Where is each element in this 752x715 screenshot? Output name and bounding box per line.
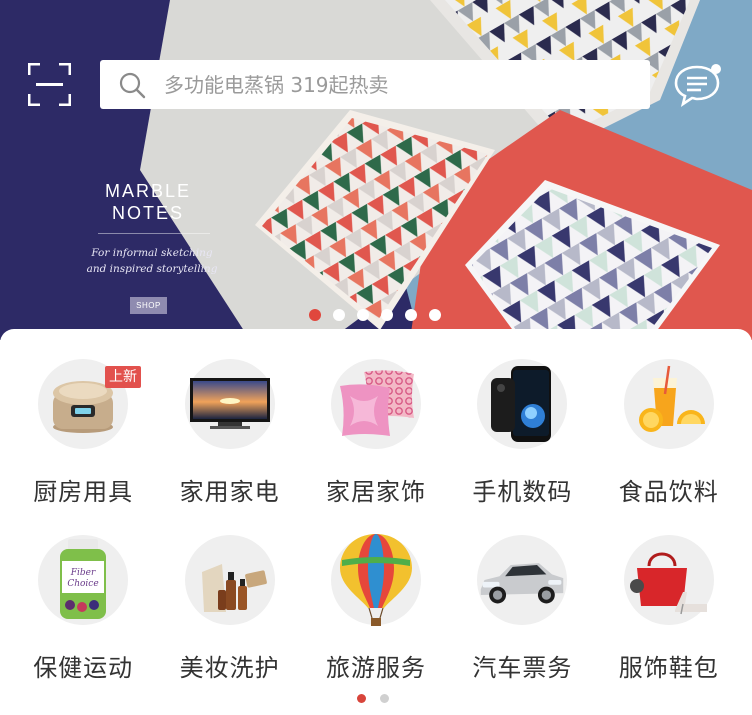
banner-dot[interactable]: [381, 309, 393, 321]
banner-dot[interactable]: [357, 309, 369, 321]
category-label: 旅游服务: [325, 654, 426, 682]
category-label: 保健运动: [33, 654, 134, 682]
category-icon-circle: [477, 535, 568, 625]
hot-air-balloon-icon: [339, 534, 412, 626]
banner-dot[interactable]: [333, 309, 345, 321]
category-label: 食品饮料: [618, 478, 719, 506]
juice-icon: [638, 365, 705, 432]
shop-button[interactable]: SHOP: [130, 297, 167, 314]
unread-dot: [711, 64, 721, 74]
category-grid: 上新 厨房用具 家用家电 家居家饰 手机数码 食品饮料 Fiber Choice…: [10, 359, 742, 711]
scan-icon[interactable]: [28, 63, 71, 106]
banner-title: MARBLE NOTES: [104, 181, 192, 223]
search-input[interactable]: [164, 72, 604, 97]
category-label: 汽车票务: [472, 654, 573, 682]
category-label: 服饰鞋包: [618, 654, 719, 682]
pillow-icon: [339, 370, 414, 436]
category-icon-circle: [330, 359, 421, 449]
banner-dot[interactable]: [405, 309, 417, 321]
banner-pagination: [309, 309, 441, 321]
category-pagination: [357, 694, 389, 703]
category-panel: 上新 厨房用具 家用家电 家居家饰 手机数码 食品饮料 Fiber Choice…: [0, 329, 752, 715]
category-icon-circle: [184, 535, 275, 625]
category-icon-circle: [477, 359, 568, 449]
category-food-drink[interactable]: 食品饮料: [596, 359, 742, 535]
category-label: 手机数码: [472, 478, 573, 506]
svg-text:Fiber: Fiber: [70, 568, 96, 578]
category-row: Fiber Choice 保健运动 美妆洗护 旅游服务 汽车票务 服饰鞋包: [10, 534, 742, 711]
smartphone-icon: [491, 366, 552, 442]
category-icon-circle: [184, 359, 275, 449]
category-digital[interactable]: 手机数码: [449, 359, 595, 535]
category-home-decor[interactable]: 家居家饰: [303, 359, 449, 535]
supplement-bottle-icon: Fiber Choice: [60, 539, 107, 619]
banner-subtitle: For informal sketching and inspired stor…: [86, 247, 218, 275]
message-icon[interactable]: [673, 62, 723, 108]
category-icon-circle: [623, 359, 714, 449]
handbag-icon: [629, 552, 707, 615]
category-auto-tickets[interactable]: 汽车票务: [449, 535, 595, 711]
category-icon-circle: Fiber Choice: [38, 535, 129, 625]
banner-dot[interactable]: [309, 309, 321, 321]
banner-dot[interactable]: [429, 309, 441, 321]
category-health-sports[interactable]: Fiber Choice 保健运动: [10, 535, 156, 711]
category-row: 上新 厨房用具 家用家电 家居家饰 手机数码 食品饮料: [10, 359, 742, 535]
cosmetics-icon: [201, 564, 267, 612]
svg-text:Choice: Choice: [68, 579, 99, 589]
banner-divider: [98, 233, 210, 234]
category-appliances[interactable]: 家用家电: [156, 359, 302, 535]
category-beauty[interactable]: 美妆洗护: [156, 535, 302, 711]
category-label: 家用家电: [179, 478, 280, 506]
category-icon-circle: [330, 534, 421, 626]
category-icon-circle: [623, 535, 714, 625]
category-fashion[interactable]: 服饰鞋包: [596, 535, 742, 711]
page-dot[interactable]: [380, 694, 389, 703]
category-kitchenware[interactable]: 上新 厨房用具: [10, 359, 156, 535]
search-icon: [119, 72, 146, 98]
category-label: 厨房用具: [33, 478, 134, 506]
new-badge: 上新: [105, 366, 141, 388]
category-label: 家居家饰: [325, 478, 426, 506]
search-bar[interactable]: [100, 60, 650, 109]
car-icon: [481, 563, 564, 604]
television-icon: [189, 378, 270, 429]
banner-artwork: [0, 0, 752, 340]
category-label: 美妆洗护: [179, 654, 280, 682]
category-travel[interactable]: 旅游服务: [303, 534, 449, 711]
page-dot[interactable]: [357, 694, 366, 703]
promo-banner[interactable]: MARBLE NOTES For informal sketching and …: [0, 0, 752, 340]
